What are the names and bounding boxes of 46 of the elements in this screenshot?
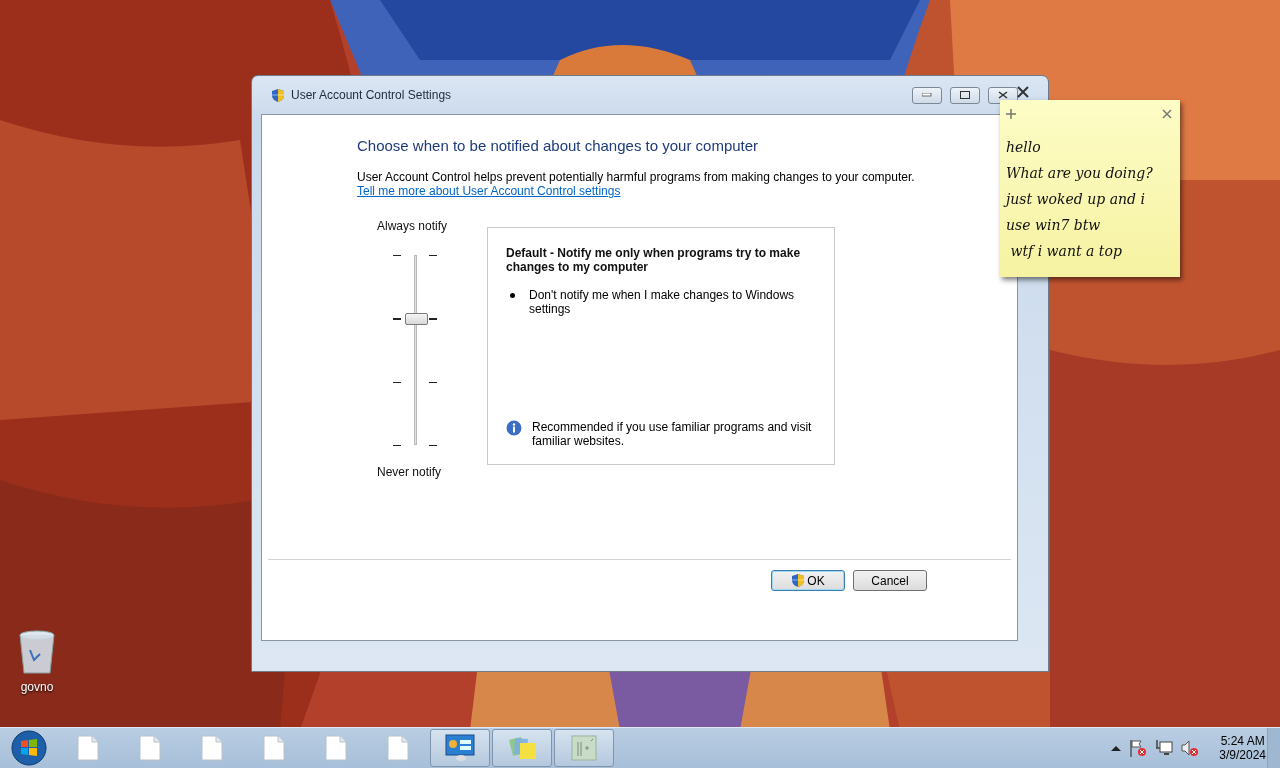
clock[interactable]: 5:24 AM 3/9/2024	[1219, 734, 1266, 762]
recycle-bin-icon[interactable]	[18, 630, 56, 676]
document-icon	[263, 735, 285, 761]
maximize-button[interactable]	[950, 86, 980, 104]
desktop-icon-label: govno	[20, 680, 54, 694]
speaker-icon[interactable]	[1181, 739, 1200, 757]
note-line: hello	[1006, 138, 1042, 157]
slider-bottom-label: Never notify	[377, 465, 442, 479]
slider-top-label: Always notify	[377, 219, 448, 233]
taskbar-button[interactable]	[554, 729, 614, 767]
info-icon	[506, 420, 522, 436]
slider-thumb[interactable]	[405, 313, 428, 326]
window-title: User Account Control Settings	[291, 88, 453, 102]
clock-time: 5:24 AM	[1220, 734, 1265, 748]
add-icon[interactable]	[1006, 109, 1016, 119]
bullet-icon	[510, 293, 515, 298]
cancel-button[interactable]: Cancel	[853, 570, 927, 591]
document-icon	[387, 735, 409, 761]
recommendation-text: Recommended if you use familiar programs and visit familiar websites.	[532, 420, 813, 448]
bullet-text: Don't notify me when I make changes to Windows settings	[529, 288, 796, 316]
start-button[interactable]	[11, 730, 47, 766]
panel-title: Default - Notify me only when programs try to make changes to my computer	[506, 246, 802, 274]
caret-up-icon[interactable]	[1111, 745, 1122, 751]
note-line: wtf i want a top	[1009, 242, 1123, 261]
maximize-icon	[960, 91, 970, 99]
minimize-button[interactable]	[912, 86, 942, 104]
close-icon	[998, 91, 1008, 99]
chart-icon	[569, 734, 599, 762]
taskbar-button[interactable]	[430, 729, 490, 767]
note-line: What are you doing?	[1006, 164, 1154, 183]
document-icon	[325, 735, 347, 761]
document-icon	[201, 735, 223, 761]
close-icon[interactable]	[1016, 86, 1030, 98]
sticky-notes-icon	[506, 735, 538, 761]
control-panel-icon	[445, 734, 475, 762]
clock-date: 3/9/2024	[1219, 748, 1266, 762]
network-icon[interactable]	[1155, 739, 1174, 757]
taskbar-button[interactable]	[492, 729, 552, 767]
flag-icon[interactable]	[1129, 739, 1148, 757]
ok-button[interactable]: OK	[771, 570, 845, 591]
minimize-icon	[922, 93, 932, 97]
help-link[interactable]: Tell me more about User Account Control settings	[357, 184, 621, 198]
shield-icon	[271, 87, 285, 103]
note-line: use win7 btw	[1006, 216, 1102, 235]
document-icon	[139, 735, 161, 761]
document-icon	[77, 735, 99, 761]
